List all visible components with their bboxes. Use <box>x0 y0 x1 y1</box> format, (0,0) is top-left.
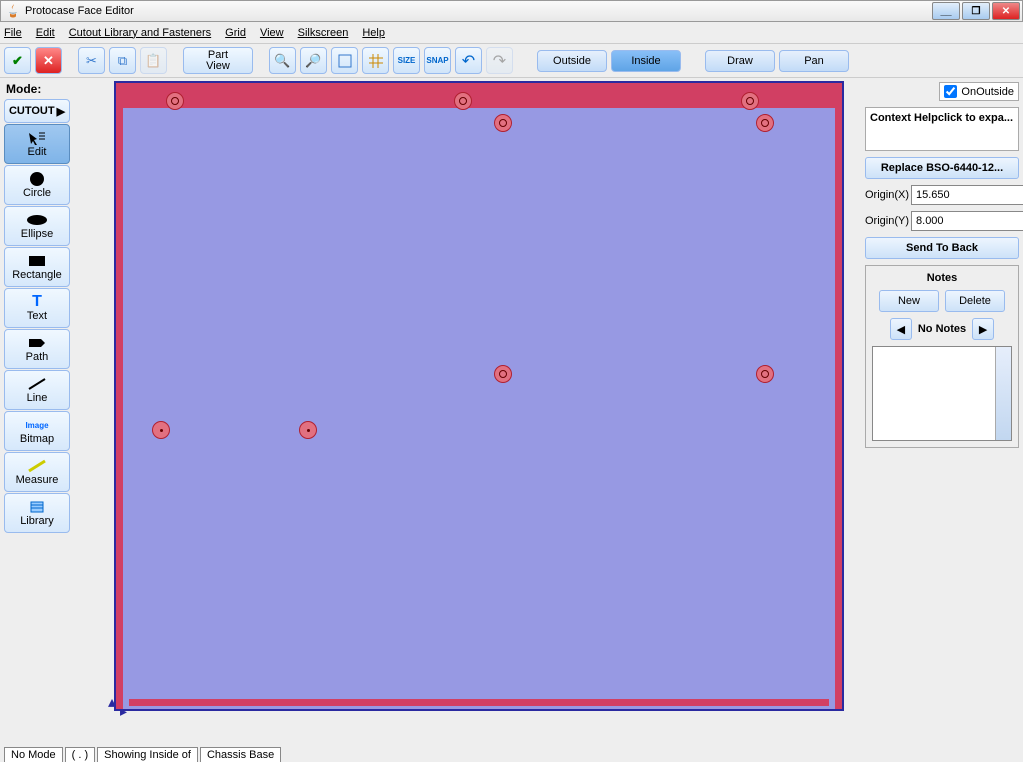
context-help[interactable]: Context Helpclick to expa... <box>865 107 1019 151</box>
status-coord: ( . ) <box>65 747 96 762</box>
draw-button[interactable]: Draw <box>705 50 775 72</box>
notes-title: Notes <box>927 272 958 284</box>
canvas-area[interactable]: ▴ ▸ <box>80 78 863 746</box>
bitmap-tool[interactable]: ImageBitmap <box>4 411 70 451</box>
inside-button[interactable]: Inside <box>611 50 681 72</box>
fastener-hole[interactable] <box>166 92 184 110</box>
originx-label: Origin(X) <box>865 189 909 201</box>
flange-top <box>116 83 842 108</box>
menu-file[interactable]: File <box>4 27 22 39</box>
status-mode: No Mode <box>4 747 63 762</box>
menu-cutout-library[interactable]: Cutout Library and Fasteners <box>69 27 211 39</box>
path-tool[interactable]: Path <box>4 329 70 369</box>
outside-button[interactable]: Outside <box>537 50 607 72</box>
notes-textarea[interactable] <box>872 346 1012 441</box>
pan-button[interactable]: Pan <box>779 50 849 72</box>
fastener-hole[interactable] <box>494 114 512 132</box>
originy-input[interactable] <box>911 211 1023 231</box>
menu-grid[interactable]: Grid <box>225 27 246 39</box>
flange-bottom <box>129 699 829 706</box>
face-canvas[interactable] <box>114 81 844 711</box>
onoutside-checkbox[interactable] <box>944 85 957 98</box>
copy-button[interactable]: ⧉ <box>109 47 136 74</box>
originx-input[interactable] <box>911 185 1023 205</box>
titlebar: Protocase Face Editor __ ❐ ✕ <box>0 0 1023 22</box>
next-note-button[interactable]: ▶ <box>972 318 994 340</box>
toolbar: ✔ ✕ ✂ ⧉ 📋 Part View 🔍 🔎 SIZE SNAP ↶ ↷ Ou… <box>0 44 1023 78</box>
size-button[interactable]: SIZE <box>393 47 420 74</box>
status-face: Chassis Base <box>200 747 281 762</box>
ellipse-tool[interactable]: Ellipse <box>4 206 70 246</box>
scrollbar[interactable] <box>995 347 1011 440</box>
zoom-fit-button[interactable] <box>331 47 358 74</box>
menu-edit[interactable]: Edit <box>36 27 55 39</box>
text-tool[interactable]: TText <box>4 288 70 328</box>
delete-note-button[interactable]: Delete <box>945 290 1005 312</box>
undo-button[interactable]: ↶ <box>455 47 482 74</box>
cutout-mode-button[interactable]: CUTOUT▶ <box>4 99 70 123</box>
menu-view[interactable]: View <box>260 27 284 39</box>
part-view-button[interactable]: Part View <box>183 47 253 74</box>
menu-silkscreen[interactable]: Silkscreen <box>298 27 349 39</box>
minimize-button[interactable]: __ <box>932 2 960 20</box>
prev-note-button[interactable]: ◀ <box>890 318 912 340</box>
flange-right <box>835 83 842 709</box>
zoom-out-button[interactable]: 🔎 <box>300 47 327 74</box>
paste-button[interactable]: 📋 <box>140 47 167 74</box>
measure-tool[interactable]: Measure <box>4 452 70 492</box>
grid-button[interactable] <box>362 47 389 74</box>
flange-left <box>116 83 123 709</box>
fastener-hole[interactable] <box>494 365 512 383</box>
fastener-hole[interactable] <box>741 92 759 110</box>
java-icon <box>5 3 21 19</box>
send-to-back-button[interactable]: Send To Back <box>865 237 1019 259</box>
fastener-hole[interactable] <box>299 421 317 439</box>
snap-button[interactable]: SNAP <box>424 47 451 74</box>
properties-panel: OnOutside Context Helpclick to expa... R… <box>863 78 1023 746</box>
replace-button[interactable]: Replace BSO-6440-12... <box>865 157 1019 179</box>
cancel-button[interactable]: ✕ <box>35 47 62 74</box>
line-tool[interactable]: Line <box>4 370 70 410</box>
edit-tool[interactable]: Edit <box>4 124 70 164</box>
status-showing: Showing Inside of <box>97 747 198 762</box>
accept-button[interactable]: ✔ <box>4 47 31 74</box>
fastener-hole[interactable] <box>756 365 774 383</box>
notes-panel: Notes New Delete ◀ No Notes ▶ <box>865 265 1019 448</box>
mode-panel: Mode: CUTOUT▶ Edit Circle Ellipse Rectan… <box>0 78 80 746</box>
statusbar: No Mode ( . ) Showing Inside of Chassis … <box>0 746 1023 762</box>
close-button[interactable]: ✕ <box>992 2 1020 20</box>
notes-status: No Notes <box>918 323 966 335</box>
circle-tool[interactable]: Circle <box>4 165 70 205</box>
menubar: File Edit Cutout Library and Fasteners G… <box>0 22 1023 44</box>
fastener-hole[interactable] <box>454 92 472 110</box>
fastener-hole[interactable] <box>152 421 170 439</box>
fastener-hole[interactable] <box>756 114 774 132</box>
cut-button[interactable]: ✂ <box>78 47 105 74</box>
redo-button[interactable]: ↷ <box>486 47 513 74</box>
onoutside-label: OnOutside <box>961 86 1014 98</box>
window-controls: __ ❐ ✕ <box>932 2 1022 20</box>
window-title: Protocase Face Editor <box>25 5 134 17</box>
library-tool[interactable]: Library <box>4 493 70 533</box>
mode-label: Mode: <box>6 82 76 96</box>
zoom-in-button[interactable]: 🔍 <box>269 47 296 74</box>
menu-help[interactable]: Help <box>362 27 385 39</box>
maximize-button[interactable]: ❐ <box>962 2 990 20</box>
rectangle-tool[interactable]: Rectangle <box>4 247 70 287</box>
new-note-button[interactable]: New <box>879 290 939 312</box>
originy-label: Origin(Y) <box>865 215 909 227</box>
